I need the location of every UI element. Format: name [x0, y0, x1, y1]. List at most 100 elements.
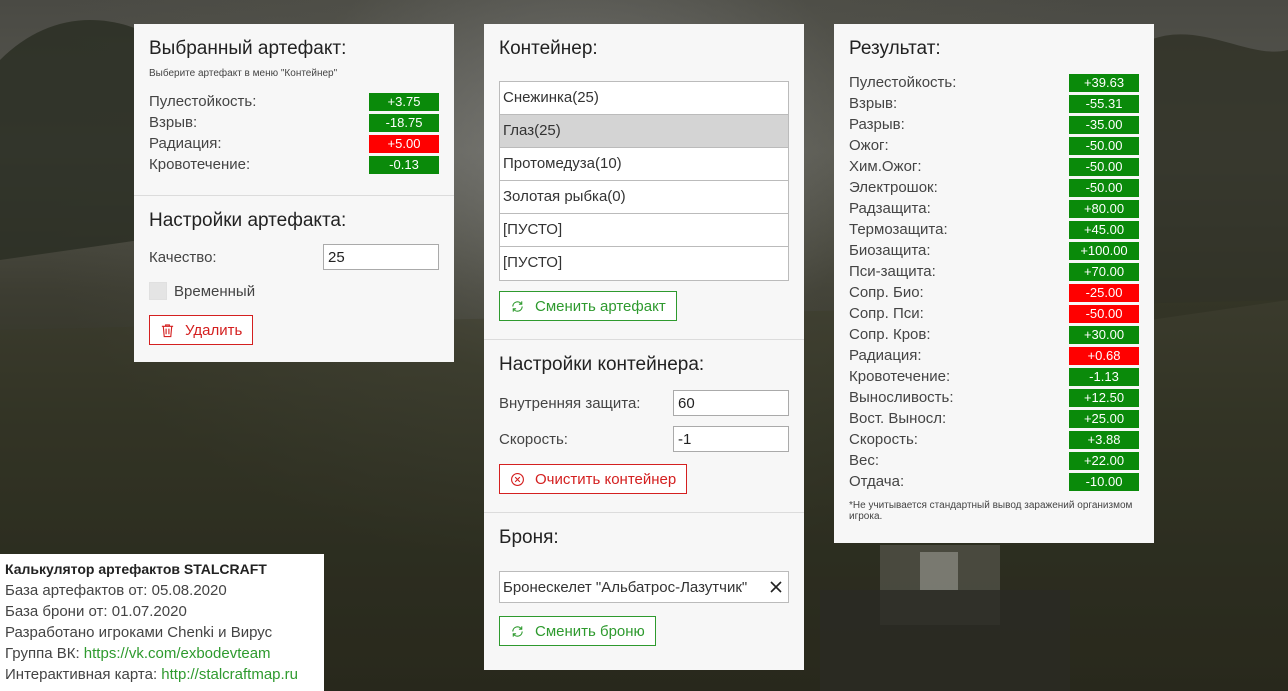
quality-input[interactable]	[323, 244, 439, 270]
refresh-icon	[512, 625, 523, 637]
stat-row: Кровотечение: -1.13	[849, 366, 1139, 387]
stat-label: Сопр. Пси:	[849, 305, 924, 322]
stat-row: Пси-защита: +70.00	[849, 261, 1139, 282]
stat-value-badge: -50.00	[1069, 157, 1139, 176]
stat-value-badge: +45.00	[1069, 220, 1139, 239]
stat-row: Сопр. Кров: +30.00	[849, 324, 1139, 345]
vk-link[interactable]: https://vk.com/exbodevteam	[84, 645, 271, 662]
stat-label: Сопр. Кров:	[849, 326, 931, 343]
stat-value-badge: -25.00	[1069, 283, 1139, 302]
stat-label: Пулестойкость:	[149, 93, 257, 110]
stat-value-badge: -50.00	[1069, 178, 1139, 197]
stat-value-badge: -0.13	[369, 155, 439, 174]
stat-label: Выносливость:	[849, 389, 954, 406]
stat-value-badge: -50.00	[1069, 136, 1139, 155]
container-speed-input[interactable]	[673, 426, 789, 452]
change-armor-label: Сменить броню	[535, 622, 645, 640]
container-slot[interactable]: Золотая рыбка(0)	[500, 181, 788, 214]
selected-artifact-hint: Выберите артефакт в меню "Контейнер"	[149, 68, 338, 79]
stat-label: Разрыв:	[849, 116, 905, 133]
container-slot[interactable]: Снежинка(25)	[500, 82, 788, 115]
stat-label: Скорость:	[849, 431, 918, 448]
map-link[interactable]: http://stalcraftmap.ru	[161, 666, 298, 683]
stat-value-badge: +12.50	[1069, 388, 1139, 407]
stat-value-badge: +22.00	[1069, 451, 1139, 470]
delete-artifact-label: Удалить	[185, 321, 243, 339]
stat-value-badge: -35.00	[1069, 115, 1139, 134]
result-panel: Результат: Пулестойкость: +39.63 Взрыв: -55…	[834, 24, 1154, 543]
artifact-settings-section: Настройки артефакта: Качество: Временный…	[134, 195, 454, 357]
inner-protection-input[interactable]	[673, 390, 789, 416]
temporary-label: Временный	[174, 282, 256, 300]
change-armor-button[interactable]: Сменить броню	[499, 616, 656, 646]
stat-value-badge: -55.31	[1069, 94, 1139, 113]
quality-label: Качество:	[149, 248, 217, 266]
stat-label: Кровотечение:	[849, 368, 951, 385]
stat-label: Взрыв:	[849, 95, 898, 112]
info-map-label: Интерактивная карта:	[5, 666, 158, 683]
selected-artifact-stats: Пулестойкость: +3.75 Взрыв: -18.75 Радиация:…	[149, 91, 439, 175]
stat-label: Электрошок:	[849, 179, 938, 196]
container-slot[interactable]: Глаз(25)	[500, 115, 788, 148]
stat-value-badge: -1.13	[1069, 367, 1139, 386]
stat-row: Разрыв: -35.00	[849, 114, 1139, 135]
container-slot[interactable]: [ПУСТО]	[500, 214, 788, 247]
clear-icon	[511, 472, 524, 486]
container-speed-row: Скорость:	[499, 422, 789, 456]
result-stats: Пулестойкость: +39.63 Взрыв: -55.31 Разрыв: -…	[849, 72, 1139, 492]
container-panel: Контейнер: Снежинка(25) Глаз(25) Протомеду…	[484, 24, 804, 670]
container-slot[interactable]: [ПУСТО]	[500, 247, 788, 280]
stat-row: Взрыв: -18.75	[149, 112, 439, 133]
stat-row: Кровотечение: -0.13	[149, 154, 439, 175]
stat-value-badge: +70.00	[1069, 262, 1139, 281]
armor-select[interactable]: Бронескелет "Альбатрос-Лазутчик"	[499, 571, 789, 603]
armor-selected-value: Бронескелет "Альбатрос-Лазутчик"	[503, 578, 748, 596]
stat-row: Вост. Выносл: +25.00	[849, 408, 1139, 429]
stat-row: Электрошок: -50.00	[849, 177, 1139, 198]
stat-row: Пулестойкость: +39.63	[849, 72, 1139, 93]
info-map-row: Интерактивная карта: http://stalcraftmap…	[5, 664, 319, 685]
clear-container-button[interactable]: Очистить контейнер	[499, 464, 688, 494]
inner-protection-label: Внутренняя защита:	[499, 394, 641, 412]
stat-label: Сопр. Био:	[849, 284, 924, 301]
container-settings-section: Настройки контейнера: Внутренняя защита:…	[484, 339, 804, 512]
stat-label: Вост. Выносл:	[849, 410, 947, 427]
stat-label: Радиация:	[849, 347, 922, 364]
stat-value-badge: -10.00	[1069, 472, 1139, 491]
delete-artifact-button[interactable]: Удалить	[149, 315, 254, 345]
container-title: Контейнер:	[499, 38, 598, 59]
stat-label: Термозащита:	[849, 221, 948, 238]
stat-value-badge: -50.00	[1069, 304, 1139, 323]
stat-value-badge: +3.75	[369, 92, 439, 111]
stat-row: Выносливость: +12.50	[849, 387, 1139, 408]
stat-row: Радиация: +5.00	[149, 133, 439, 154]
info-title: Калькулятор артефактов STALCRAFT	[5, 561, 267, 577]
result-section: Результат: Пулестойкость: +39.63 Взрыв: -55…	[834, 24, 1154, 534]
stat-label: Хим.Ожог:	[849, 158, 922, 175]
info-vk-label: Группа ВК:	[5, 645, 80, 662]
stat-row: Сопр. Пси: -50.00	[849, 303, 1139, 324]
inner-protection-row: Внутренняя защита:	[499, 386, 789, 420]
container-section: Контейнер: Снежинка(25) Глаз(25) Протомеду…	[484, 24, 804, 339]
stat-row: Сопр. Био: -25.00	[849, 282, 1139, 303]
stat-row: Биозащита: +100.00	[849, 240, 1139, 261]
close-icon[interactable]	[769, 580, 783, 594]
selected-artifact-section: Выбранный артефакт: Выберите артефакт в …	[134, 24, 454, 195]
container-slot[interactable]: Протомедуза(10)	[500, 148, 788, 181]
quality-row: Качество:	[149, 240, 439, 274]
stat-label: Пси-защита:	[849, 263, 936, 280]
container-settings-title: Настройки контейнера:	[499, 354, 705, 375]
info-armor-db: База брони от: 01.07.2020	[5, 603, 187, 620]
stat-label: Пулестойкость:	[849, 74, 957, 91]
stat-label: Отдача:	[849, 473, 905, 490]
change-artifact-button[interactable]: Сменить артефакт	[499, 291, 677, 321]
temporary-row[interactable]: Временный	[149, 276, 439, 306]
stat-value-badge: +25.00	[1069, 409, 1139, 428]
artifact-settings-title: Настройки артефакта:	[149, 210, 347, 231]
stat-value-badge: +5.00	[369, 134, 439, 153]
clear-container-label: Очистить контейнер	[535, 470, 677, 488]
info-box: Калькулятор артефактов STALCRAFT База ар…	[0, 554, 324, 691]
temporary-checkbox[interactable]	[149, 282, 167, 300]
stat-row: Радиация: +0.68	[849, 345, 1139, 366]
stat-value-badge: +0.68	[1069, 346, 1139, 365]
